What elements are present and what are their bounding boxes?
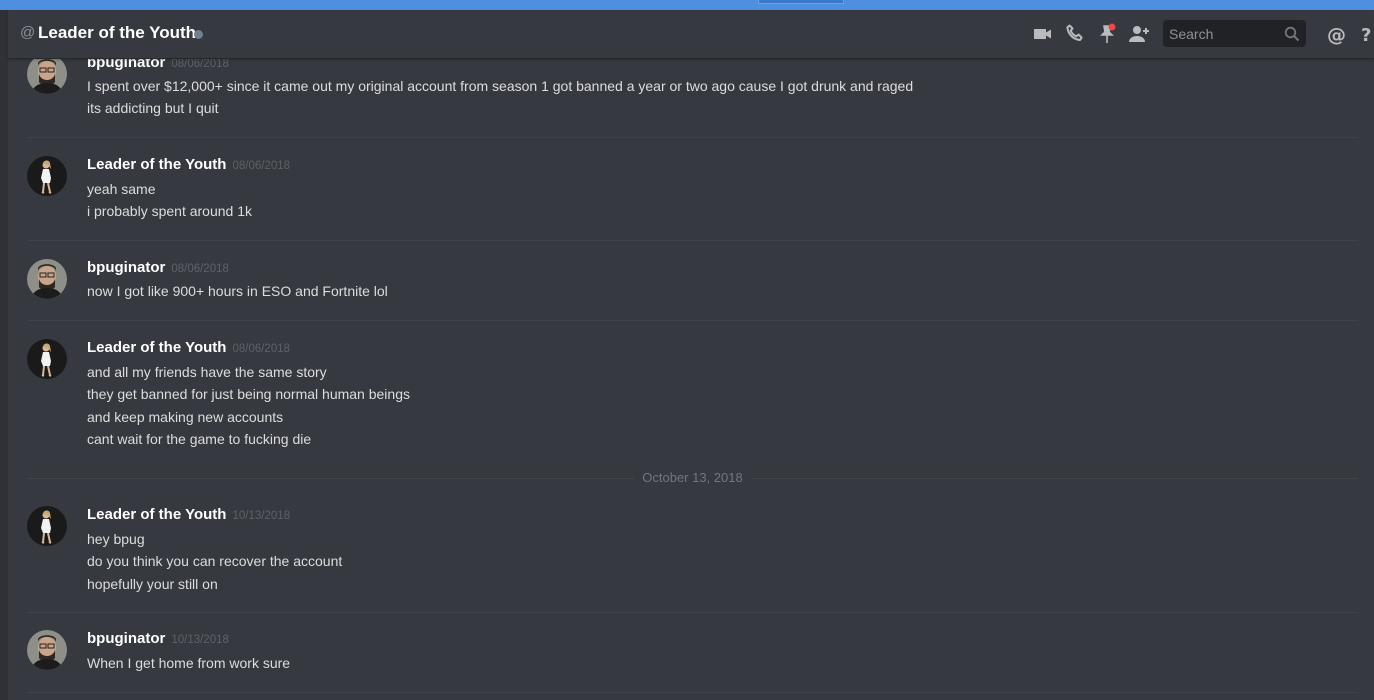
- message-text: I spent over $12,000+ since it came out …: [87, 78, 914, 94]
- message-body: yeah same i probably spent around 1k: [87, 178, 252, 223]
- message-author[interactable]: bpuginator 08/06/2018: [87, 58, 229, 73]
- video-call-icon[interactable]: [1031, 22, 1055, 46]
- message-timestamp: 10/13/2018: [171, 634, 229, 646]
- author-name[interactable]: bpuginator: [87, 259, 165, 276]
- message-timestamp: 08/06/2018: [171, 263, 229, 275]
- window-title-bar: [0, 0, 1374, 10]
- avatar-leader-of-the-youth[interactable]: [27, 506, 67, 546]
- message-author[interactable]: Leader of the Youth 08/06/2018: [87, 339, 290, 358]
- search-box[interactable]: [1163, 20, 1306, 47]
- window-tab-indicator: [758, 0, 844, 4]
- message-body: I spent over $12,000+ since it came out …: [87, 75, 913, 120]
- message-author[interactable]: Leader of the Youth 08/06/2018: [87, 156, 290, 175]
- message-text: cant wait for the game to fucking die: [87, 430, 312, 447]
- message-body: now I got like 900+ hours in ESO and For…: [87, 280, 388, 302]
- help-icon[interactable]: ?: [1358, 22, 1374, 46]
- status-offline-indicator: [194, 30, 203, 39]
- message-text: hey bpug: [87, 531, 145, 547]
- mentions-icon[interactable]: @: [1324, 22, 1348, 46]
- message-timestamp: 10/13/2018: [232, 510, 291, 522]
- avatar-leader-of-the-youth[interactable]: [27, 339, 67, 379]
- voice-call-icon[interactable]: [1063, 22, 1087, 46]
- message-group: Leader of the Youth 08/06/2018 yeah same …: [27, 137, 1358, 241]
- message-group: Leader of the Youth 10/13/2018 hey bpug d…: [27, 488, 1358, 613]
- message-group: bpuginator 08/06/2018 now I got like 900+…: [27, 240, 1358, 321]
- message-text: and all my friends have the same story: [87, 364, 327, 380]
- sidebar-edge: [0, 10, 8, 700]
- author-name[interactable]: bpuginator: [87, 630, 165, 647]
- message-group: Leader of the Youth 08/06/2018 and all my…: [27, 320, 1358, 468]
- add-friend-icon[interactable]: [1127, 22, 1151, 46]
- author-name[interactable]: bpuginator: [87, 58, 165, 71]
- avatar-bpuginator[interactable]: [27, 630, 67, 670]
- search-icon[interactable]: [1284, 26, 1300, 47]
- message-body: and all my friends have the same story t…: [87, 361, 410, 450]
- message-text: When I get home from work sure: [87, 655, 291, 671]
- author-name[interactable]: Leader of the Youth: [87, 156, 226, 173]
- message-text: hopefully your still on: [87, 575, 218, 592]
- date-divider: October 13, 2018: [27, 468, 1358, 488]
- divider-date-wrapper: October 13, 2018: [27, 470, 1358, 486]
- message-body: hey bpug do you think you can recover th…: [87, 528, 342, 595]
- message-text: its addicting but I quit: [87, 100, 219, 117]
- author-name[interactable]: Leader of the Youth: [87, 339, 226, 356]
- message-author[interactable]: bpuginator 10/13/2018: [87, 630, 229, 649]
- message-author[interactable]: bpuginator 08/06/2018: [87, 259, 229, 278]
- message-body: When I get home from work sure: [87, 652, 290, 674]
- message-text: yeah same: [87, 181, 156, 197]
- divider-date: October 13, 2018: [634, 470, 751, 485]
- avatar-bpuginator[interactable]: [27, 58, 67, 94]
- message-timestamp: 08/06/2018: [171, 58, 229, 70]
- message-text: they get banned for just being normal hu…: [87, 386, 410, 403]
- channel-header: @ Leader of the Youth @ ?: [8, 10, 1374, 59]
- at-icon: @: [20, 24, 36, 41]
- message-timestamp: 08/06/2018: [232, 343, 291, 355]
- svg-text:@: @: [1327, 24, 1346, 46]
- message-text: now I got like 900+ hours in ESO and For…: [87, 283, 388, 299]
- message-author[interactable]: Leader of the Youth 10/13/2018: [87, 506, 290, 525]
- search-input[interactable]: [1169, 20, 1279, 47]
- message-group: bpuginator 10/13/2018 When I get home fro…: [27, 612, 1358, 693]
- message-list: bpuginator 08/06/2018 I spent over $12,00…: [8, 58, 1374, 700]
- message-text: and keep making new accounts: [87, 408, 284, 425]
- message-text: i probably spent around 1k: [87, 203, 252, 220]
- channel-title: Leader of the Youth: [38, 23, 197, 42]
- message-group: bpuginator 08/06/2018 I spent over $12,00…: [27, 58, 1358, 138]
- pinned-messages-icon[interactable]: [1095, 22, 1119, 46]
- message-timestamp: 08/06/2018: [232, 160, 291, 172]
- avatar-bpuginator[interactable]: [27, 259, 67, 299]
- svg-text:?: ?: [1361, 25, 1371, 46]
- author-name[interactable]: Leader of the Youth: [87, 506, 226, 523]
- message-text: do you think you can recover the account: [87, 553, 343, 570]
- avatar-leader-of-the-youth[interactable]: [27, 156, 67, 196]
